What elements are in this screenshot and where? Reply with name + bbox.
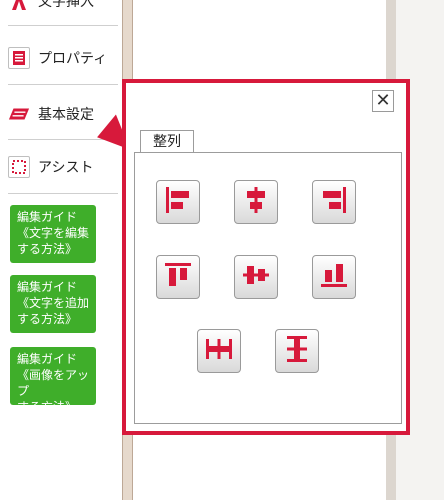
sidebar-item-properties[interactable]: プロパティ: [8, 41, 120, 75]
divider: [8, 84, 118, 85]
sidebar-item-label: アシスト: [38, 160, 94, 176]
align-right-button[interactable]: [312, 180, 356, 224]
align-top-icon: [163, 260, 193, 294]
sidebar-item-text-insert[interactable]: 文字挿入: [8, 0, 120, 18]
close-button[interactable]: ✕: [372, 90, 394, 112]
tab-align[interactable]: 整列: [140, 130, 194, 152]
sidebar: 文字挿入 プロパティ 基本設定 アシスト 編集ガイド 《文字を編集 する方法》 …: [0, 0, 122, 500]
sidebar-item-label: 文字挿入: [38, 0, 94, 10]
align-bottom-icon: [319, 260, 349, 294]
distribute-vertical-button[interactable]: [275, 329, 319, 373]
align-left-icon: [163, 185, 193, 219]
sidebar-item-assist[interactable]: アシスト: [8, 150, 120, 184]
divider: [8, 25, 118, 26]
text-insert-icon: [8, 0, 30, 12]
guide-button-upload-image[interactable]: 編集ガイド 《画像をアップ する方法》: [10, 347, 96, 414]
align-right-icon: [319, 185, 349, 219]
divider: [8, 193, 118, 194]
align-middle-vertical-icon: [241, 260, 271, 294]
sidebar-item-label: 基本設定: [38, 107, 94, 123]
properties-icon: [8, 47, 30, 69]
basic-settings-icon: [8, 103, 30, 125]
distribute-horizontal-button[interactable]: [197, 329, 241, 373]
assist-icon: [8, 156, 30, 178]
sidebar-item-label: プロパティ: [38, 51, 108, 67]
distribute-horizontal-icon: [204, 334, 234, 368]
align-bottom-button[interactable]: [312, 255, 356, 299]
distribute-vertical-icon: [282, 334, 312, 368]
align-center-horizontal-button[interactable]: [234, 180, 278, 224]
align-center-horizontal-icon: [241, 185, 271, 219]
align-middle-vertical-button[interactable]: [234, 255, 278, 299]
guide-button-edit-text[interactable]: 編集ガイド 《文字を編集 する方法》: [10, 205, 96, 263]
guide-button-add-text[interactable]: 編集ガイド 《文字を追加 する方法》: [10, 275, 96, 333]
align-left-button[interactable]: [156, 180, 200, 224]
align-top-button[interactable]: [156, 255, 200, 299]
align-button-group: [134, 152, 402, 424]
